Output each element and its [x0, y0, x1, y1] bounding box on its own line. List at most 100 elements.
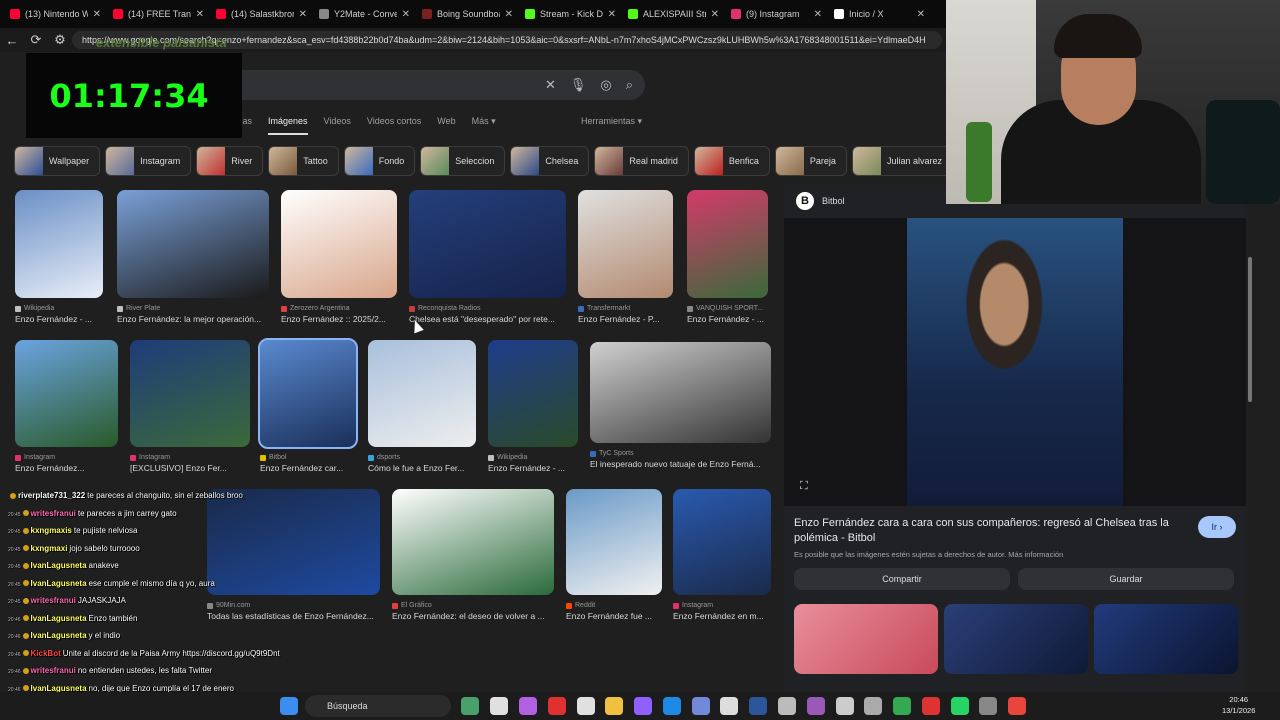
close-tab-icon[interactable]: ✕	[402, 9, 410, 20]
lens-search-icon[interactable]: ⛶	[800, 480, 808, 493]
taskbar-app-icon[interactable]	[835, 697, 854, 715]
start-icon[interactable]	[280, 697, 298, 715]
taskbar-app-icon[interactable]	[979, 697, 998, 715]
close-tab-icon[interactable]: ✕	[196, 9, 204, 20]
result-caption[interactable]: dsports Cómo le fue a Enzo Fer...	[368, 452, 486, 474]
close-tab-icon[interactable]: ✕	[505, 9, 513, 20]
taskbar-app-icon[interactable]	[634, 697, 653, 715]
browser-tab[interactable]: Boing Soundboard ✕	[416, 0, 519, 28]
result-caption[interactable]: Instagram Enzo Fernández en m...	[673, 600, 781, 622]
result-image[interactable]	[566, 489, 662, 595]
refine-chip[interactable]: Instagram	[105, 146, 192, 176]
result-caption[interactable]: River Plate Enzo Fernández: la mejor oper…	[117, 303, 279, 325]
taskbar-search[interactable]: Búsqueda	[305, 695, 451, 717]
browser-tab[interactable]: (13) Nintendo Wi ✕	[4, 0, 107, 28]
result-caption[interactable]: TyC Sports El inesperado nuevo tatuaje de…	[590, 448, 781, 470]
result-caption[interactable]: Wikipedia Enzo Fernández - ...	[15, 303, 113, 325]
result-image[interactable]	[15, 190, 103, 298]
close-tab-icon[interactable]: ✕	[814, 9, 822, 20]
result-image[interactable]	[392, 489, 554, 595]
back-icon[interactable]: ←	[0, 33, 24, 48]
source-name[interactable]: Bitbol	[822, 196, 845, 206]
taskbar-app-icon[interactable]	[893, 697, 912, 715]
taskbar-app-icon[interactable]	[1008, 697, 1027, 715]
taskbar-app-icon[interactable]	[662, 697, 681, 715]
clear-icon[interactable]: ✕	[545, 77, 556, 93]
result-caption[interactable]: El Gráfico Enzo Fernández: el deseo de vo…	[392, 600, 564, 622]
taskbar-app-icon[interactable]	[806, 697, 825, 715]
refine-chip[interactable]: Chelsea	[510, 146, 590, 176]
close-tab-icon[interactable]: ✕	[608, 9, 616, 20]
result-image[interactable]	[590, 342, 771, 443]
taskbar-app-icon[interactable]	[950, 697, 969, 715]
preview-image[interactable]	[907, 218, 1123, 506]
result-caption[interactable]: Instagram Enzo Fernández...	[15, 452, 128, 474]
browser-tab[interactable]: (9) Instagram ✕	[725, 0, 828, 28]
result-caption[interactable]: Zerozero Argentina Enzo Fernández :: 2025…	[281, 303, 407, 325]
taskbar-app-icon[interactable]	[720, 697, 739, 715]
result-image[interactable]	[15, 340, 118, 447]
reload-icon[interactable]: ⟳	[24, 32, 48, 48]
browser-tab[interactable]: Inicio / X ✕	[828, 0, 931, 28]
refine-chip[interactable]: Wallpaper	[14, 146, 101, 176]
taskbar-app-icon[interactable]	[461, 697, 480, 715]
taskbar-app-icon[interactable]	[576, 697, 595, 715]
taskbar-app-icon[interactable]	[749, 697, 768, 715]
search-icon[interactable]: ⌕	[626, 77, 633, 93]
related-image[interactable]	[944, 604, 1088, 674]
result-image[interactable]	[117, 190, 269, 298]
result-caption[interactable]: Bitbol Enzo Fernández car...	[260, 452, 366, 474]
close-tab-icon[interactable]: ✕	[93, 9, 101, 20]
result-caption[interactable]: VANQUISH SPORT... Enzo Fernández - ...	[687, 303, 778, 325]
taskbar-app-icon[interactable]	[921, 697, 940, 715]
mic-icon[interactable]: 🎙	[570, 77, 587, 93]
search-tab[interactable]: Videos cortos	[367, 116, 421, 135]
refine-chip[interactable]: Julian alvarez	[851, 146, 953, 176]
taskbar-app-icon[interactable]	[605, 697, 624, 715]
search-tab[interactable]: Web	[437, 116, 455, 135]
search-tab[interactable]: Videos	[324, 116, 351, 135]
taskbar-app-icon[interactable]	[490, 697, 509, 715]
visit-button[interactable]: Ir ›	[1198, 516, 1236, 538]
refine-chip[interactable]: River	[196, 146, 264, 176]
result-caption[interactable]: Wikipedia Enzo Fernández - ...	[488, 452, 588, 474]
panel-scrollbar[interactable]	[1248, 257, 1252, 402]
result-image[interactable]	[488, 340, 578, 447]
result-image[interactable]	[578, 190, 673, 298]
refine-chip[interactable]: Seleccion	[420, 146, 506, 176]
search-box[interactable]: ✕ 🎙 ◎ ⌕	[180, 70, 645, 100]
system-clock[interactable]: 20:46 13/1/2026	[1222, 694, 1255, 716]
browser-tab[interactable]: Stream - Kick Da ✕	[519, 0, 622, 28]
site-info-icon[interactable]: ⚙	[48, 32, 72, 48]
browser-tab[interactable]: (14) FREE Transiti ✕	[107, 0, 210, 28]
preview-title[interactable]: Enzo Fernández cara a cara con sus compa…	[794, 516, 1174, 546]
refine-chip[interactable]: Real madrid	[594, 146, 689, 176]
search-tab[interactable]: Imágenes	[268, 116, 308, 135]
refine-chip[interactable]: Tattoo	[268, 146, 339, 176]
refine-chip[interactable]: Pareja	[774, 146, 847, 176]
lens-icon[interactable]: ◎	[600, 77, 611, 93]
browser-tab[interactable]: Y2Mate - Convert ✕	[313, 0, 416, 28]
taskbar-app-icon[interactable]	[547, 697, 566, 715]
taskbar-app-icon[interactable]	[691, 697, 710, 715]
close-tab-icon[interactable]: ✕	[299, 9, 307, 20]
taskbar-app-icon[interactable]	[518, 697, 537, 715]
close-tab-icon[interactable]: ✕	[711, 9, 719, 20]
browser-tab[interactable]: ALEXISPAIII Stream ✕	[622, 0, 725, 28]
related-image[interactable]	[1094, 604, 1238, 674]
result-image[interactable]	[130, 340, 250, 447]
result-image[interactable]	[368, 340, 476, 447]
browser-tab[interactable]: (14) Salastkbron ✕	[210, 0, 313, 28]
refine-chip[interactable]: Fondo	[343, 146, 416, 176]
result-caption[interactable]: Reconquista Radios Chelsea está "desesper…	[409, 303, 576, 325]
result-image[interactable]	[673, 489, 771, 595]
result-image[interactable]	[258, 338, 358, 449]
result-image[interactable]	[409, 190, 566, 298]
share-button[interactable]: Compartir	[794, 568, 1010, 590]
related-image[interactable]	[794, 604, 938, 674]
tools-button[interactable]: Herramientas ▾	[581, 116, 642, 127]
result-caption[interactable]: Instagram [EXCLUSIVO] Enzo Fer...	[130, 452, 260, 474]
taskbar-app-icon[interactable]	[777, 697, 796, 715]
result-image[interactable]	[687, 190, 768, 298]
save-button[interactable]: Guardar	[1018, 568, 1234, 590]
